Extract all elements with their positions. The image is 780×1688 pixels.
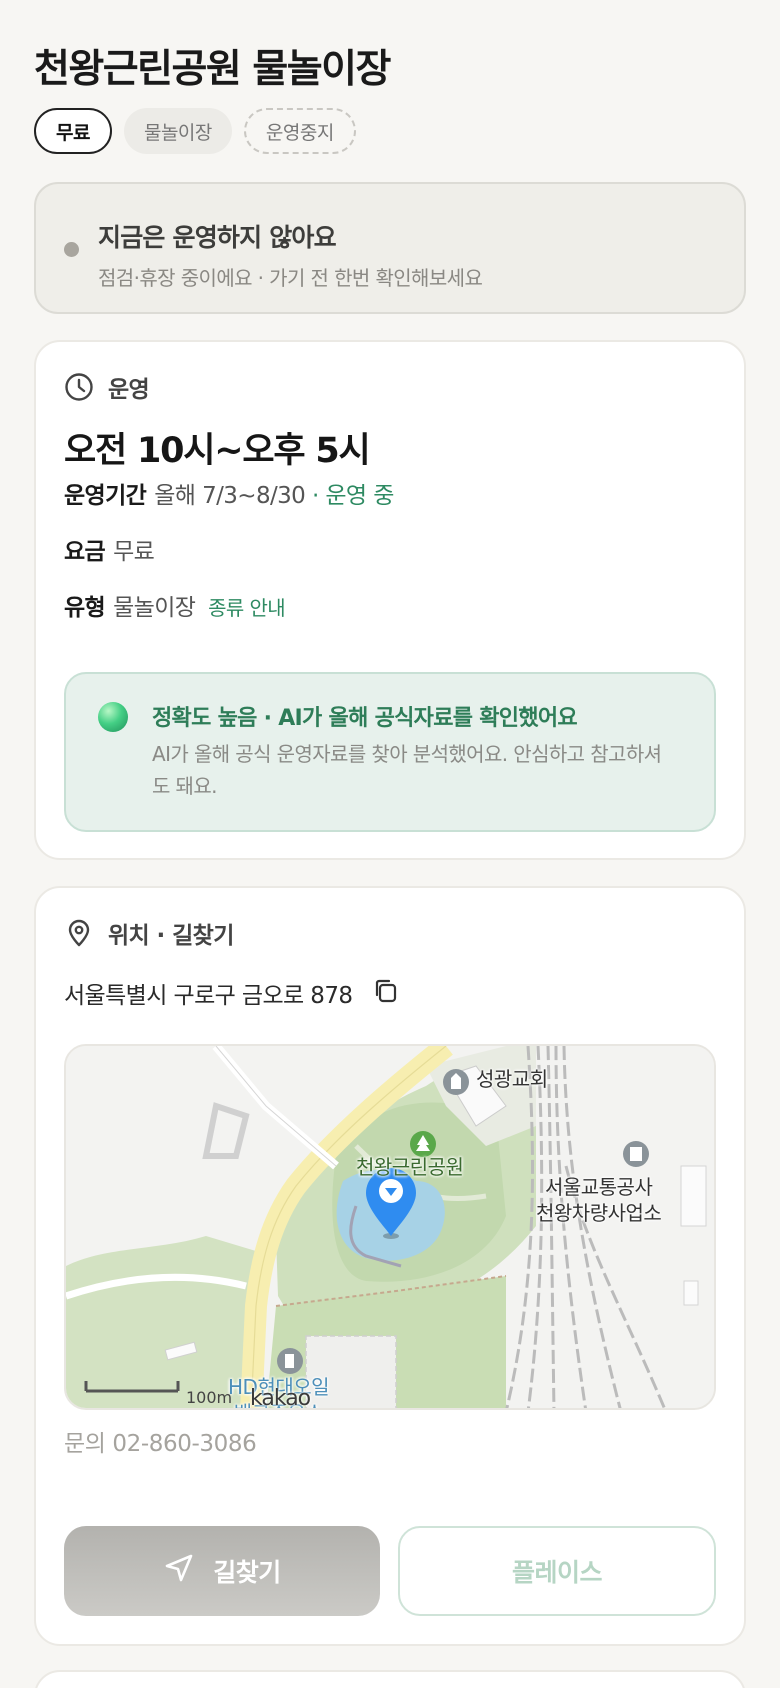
closed-notice: 지금은 운영하지 않아요 점검·휴장 중이에요 · 가기 전 한번 확인해보세요 [34, 182, 746, 314]
tag-chips: 무료 물놀이장 운영중지 [34, 108, 356, 154]
chip-free[interactable]: 무료 [34, 108, 112, 154]
fee-key: 요금 [64, 539, 106, 565]
address-row: 서울특별시 구로구 금오로 878 [64, 976, 400, 1010]
operation-header: 운영 [64, 370, 150, 404]
ai-orb-icon [98, 702, 128, 732]
location-card: 위치 · 길찾기 서울특별시 구로구 금오로 878 성광교회 천왕근린공원 서… [34, 886, 746, 1646]
map-provider-logo: kakao [250, 1386, 311, 1410]
location-pin-icon [64, 918, 94, 948]
period-status: · 운영 중 [311, 483, 394, 509]
phone-contact[interactable]: 문의 02-860-3086 [64, 1424, 257, 1458]
ai-description: AI가 올해 공식 운영자료를 찾아 분석했어요. 안심하고 참고하셔도 돼요. [152, 742, 662, 798]
church-marker-icon [443, 1069, 469, 1095]
clock-icon [64, 372, 94, 402]
depot-marker-icon [623, 1141, 649, 1167]
place-label: 플레이스 [511, 1558, 603, 1587]
location-header: 위치 · 길찾기 [64, 916, 234, 950]
map-scale-label: 100m [186, 1388, 233, 1407]
chip-status[interactable]: 운영중지 [243, 108, 356, 154]
notice-subtitle: 점검·휴장 중이에요 · 가기 전 한번 확인해보세요 [98, 266, 483, 290]
navigation-arrow-icon [163, 1552, 195, 1590]
page: 천왕근린공원 물놀이장 무료 물놀이장 운영중지 지금은 운영하지 않아요 점검… [0, 0, 780, 1688]
ai-confidence-box: 정확도 높음 · AI가 올해 공식자료를 확인했어요 AI가 올해 공식 운영… [64, 672, 716, 832]
type-guide-link[interactable]: 종류 안내 [208, 596, 286, 620]
map-label-church: 성광교회 [476, 1067, 548, 1091]
operating-hours: 오전 10시~오후 5시 [64, 431, 371, 471]
type-key: 유형 [64, 595, 106, 621]
address-text: 서울특별시 구로구 금오로 878 [64, 983, 353, 1009]
map-label-depot: 서울교통공사 천왕차량사업소 [536, 1175, 662, 1225]
chip-type[interactable]: 물놀이장 [123, 108, 232, 154]
directions-button[interactable]: 길찾기 [64, 1526, 380, 1616]
gas-marker-icon [277, 1348, 303, 1374]
fee-row: 요금 무료 [64, 532, 155, 566]
page-title: 천왕근린공원 물놀이장 [34, 47, 391, 92]
ai-title: 정확도 높음 · AI가 올해 공식자료를 확인했어요 [152, 706, 578, 731]
fee-value: 무료 [113, 539, 155, 565]
period-key: 운영기간 [64, 483, 147, 509]
place-button[interactable]: 플레이스 [398, 1526, 716, 1616]
period-value: 올해 7/3~8/30 [154, 483, 306, 509]
copy-icon[interactable] [372, 977, 400, 1009]
type-value: 물놀이장 [113, 595, 196, 621]
type-row: 유형 물놀이장 종류 안내 [64, 588, 286, 622]
period-row: 운영기간 올해 7/3~8/30 · 운영 중 [64, 476, 394, 510]
directions-label: 길찾기 [213, 1558, 281, 1587]
map-view[interactable]: 성광교회 천왕근린공원 서울교통공사 천왕차량사업소 HD현대오일 뱅크주유소 … [64, 1044, 716, 1410]
map-label-park: 천왕근린공원 [356, 1155, 464, 1179]
status-dot-icon [64, 242, 79, 257]
operation-label: 운영 [108, 377, 150, 403]
location-label: 위치 · 길찾기 [108, 923, 234, 949]
map-canvas [66, 1046, 714, 1408]
notice-title: 지금은 운영하지 않아요 [98, 223, 337, 252]
next-card [34, 1670, 746, 1688]
operation-card: 운영 오전 10시~오후 5시 운영기간 올해 7/3~8/30 · 운영 중 요… [34, 340, 746, 860]
